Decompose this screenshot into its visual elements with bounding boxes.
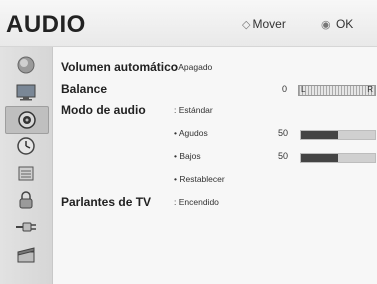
bass-slider-fill: [301, 154, 338, 162]
balance-label: Balance: [61, 82, 108, 96]
setting-balance[interactable]: Balance 0 L R: [53, 79, 377, 99]
bass-slider[interactable]: [300, 153, 376, 163]
sidebar-item-lock[interactable]: [5, 187, 47, 213]
sound-mode-value: : Estándar: [174, 105, 213, 115]
setting-treble[interactable]: • Agudos 50: [53, 123, 377, 143]
ok-button-icon: ◉: [321, 19, 331, 31]
sidebar-item-media[interactable]: [5, 241, 47, 267]
balance-value: 0: [282, 84, 288, 94]
menu-header: AUDIO ◇ Mover ◉ OK: [0, 0, 377, 47]
sidebar-item-input[interactable]: [5, 214, 47, 240]
lock-options-icon: [18, 166, 34, 181]
balance-left-label: L: [301, 85, 306, 94]
dpad-icon: ◇: [242, 19, 251, 31]
sidebar-item-channels[interactable]: [5, 52, 47, 78]
bass-label: • Bajos: [174, 151, 201, 161]
sidebar-item-picture[interactable]: [5, 79, 47, 105]
move-hint: ◇ Mover: [242, 17, 286, 31]
sidebar-item-options[interactable]: [5, 160, 47, 186]
treble-label: • Agudos: [174, 128, 208, 138]
ok-hint: ◉ OK: [321, 17, 354, 31]
category-sidebar: [0, 47, 53, 284]
setting-tv-speaker[interactable]: Parlantes de TV : Encendido: [53, 192, 377, 212]
treble-slider[interactable]: [300, 130, 376, 140]
satellite-dish-icon: [17, 56, 35, 74]
setting-sound-mode[interactable]: Modo de audio : Estándar: [53, 100, 377, 120]
clock-icon: [17, 137, 35, 155]
auto-volume-value: : Apagado: [174, 62, 213, 72]
setting-reset[interactable]: • Restablecer: [53, 169, 377, 189]
picture-display-icon: [16, 84, 36, 101]
movie-clapper-icon: [17, 247, 35, 263]
padlock-icon: [19, 191, 33, 209]
input-plug-icon: [16, 222, 36, 232]
audio-settings-list: Volumen automático : Apagado Balance 0 L…: [53, 47, 377, 284]
tv-speaker-value: : Encendido: [174, 197, 219, 207]
balance-slider[interactable]: L R: [298, 85, 376, 96]
sidebar-item-audio[interactable]: [5, 106, 49, 134]
bass-value: 50: [278, 151, 289, 161]
setting-auto-volume[interactable]: Volumen automático : Apagado: [53, 57, 377, 77]
auto-volume-label: Volumen automático: [61, 60, 179, 74]
treble-slider-fill: [301, 131, 338, 139]
audio-speaker-icon: [18, 111, 36, 129]
tv-speaker-label: Parlantes de TV: [61, 195, 152, 209]
sidebar-item-time[interactable]: [5, 133, 47, 159]
setting-bass[interactable]: • Bajos 50: [53, 146, 377, 166]
menu-title: AUDIO: [6, 11, 86, 38]
treble-value: 50: [278, 128, 289, 138]
reset-label: • Restablecer: [174, 174, 225, 184]
balance-right-label: R: [367, 85, 373, 94]
audio-menu-window: AUDIO ◇ Mover ◉ OK Volumen automático: …: [0, 0, 377, 284]
sound-mode-label: Modo de audio: [61, 103, 146, 117]
